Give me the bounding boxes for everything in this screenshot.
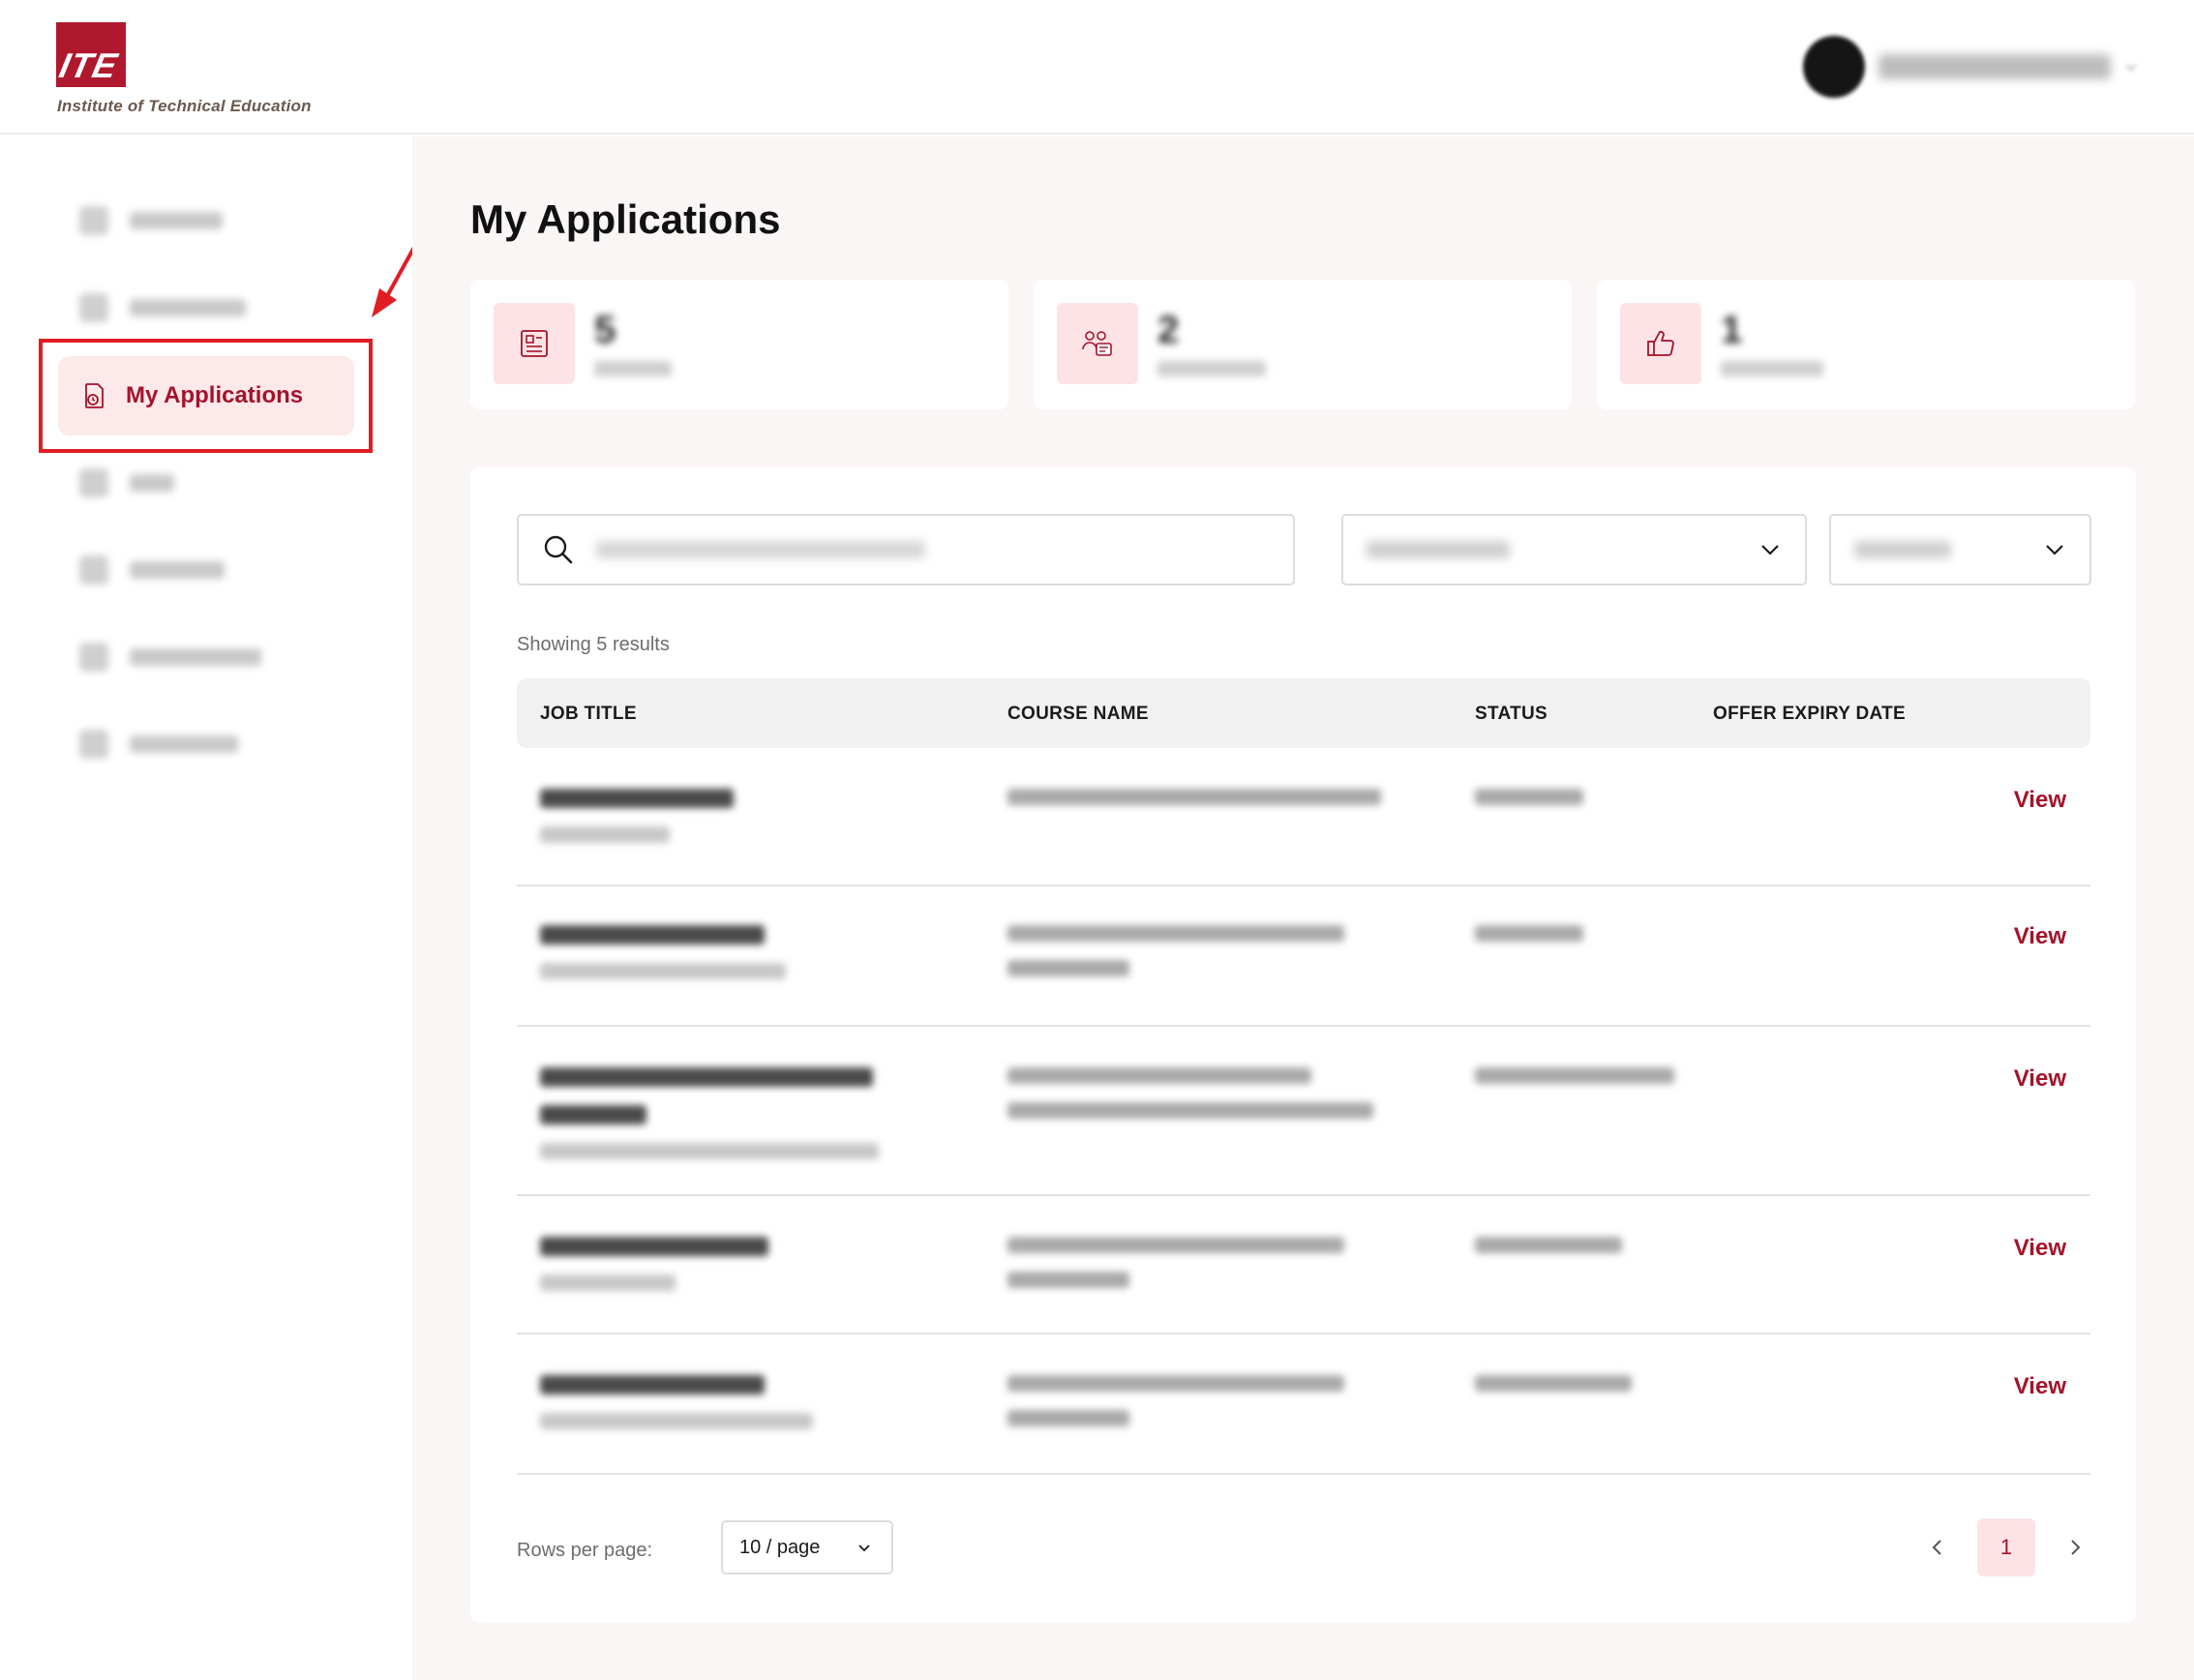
search-placeholder-redacted xyxy=(596,541,925,558)
pagination: 1 xyxy=(1923,1518,2089,1576)
page-button-current[interactable]: 1 xyxy=(1977,1518,2035,1576)
page-title: My Applications xyxy=(470,196,781,242)
job-title-cell-redacted xyxy=(540,1237,768,1309)
chevron-left-icon xyxy=(1932,1540,1941,1555)
ite-logo-mark: ITE xyxy=(56,22,126,87)
nav-label-redacted xyxy=(130,299,246,316)
chevron-right-icon xyxy=(2071,1540,2081,1555)
table-row[interactable]: View xyxy=(517,748,2090,886)
nav-label-redacted xyxy=(130,648,261,666)
chevron-down-icon xyxy=(858,1545,870,1552)
user-name-redacted xyxy=(1878,54,2111,79)
next-page-button[interactable] xyxy=(2060,1533,2089,1562)
page-size-value: 10 / page xyxy=(739,1536,821,1558)
nav-icon xyxy=(79,468,108,497)
sidebar-item-redacted-1[interactable] xyxy=(58,181,354,260)
logo-text: Institute of Technical Education xyxy=(57,97,312,115)
application-clock-icon xyxy=(85,383,104,408)
status-cell-redacted xyxy=(1475,925,1583,960)
search-icon xyxy=(544,535,573,564)
view-link[interactable]: View xyxy=(2014,1065,2066,1093)
course-name-cell-redacted xyxy=(1007,1067,1373,1137)
table-row[interactable]: View xyxy=(517,1335,2090,1475)
sidebar-item-redacted-5[interactable] xyxy=(58,617,354,697)
previous-page-button[interactable] xyxy=(1923,1533,1952,1562)
course-name-cell-redacted xyxy=(1007,789,1381,824)
stat-label-redacted xyxy=(594,361,672,376)
nav-icon xyxy=(79,643,108,672)
nav-label-redacted xyxy=(130,735,238,753)
status-cell-redacted xyxy=(1475,1375,1632,1410)
interview-chat-icon xyxy=(1057,303,1138,384)
course-name-cell-redacted xyxy=(1007,925,1344,995)
status-cell-redacted xyxy=(1475,789,1583,824)
user-menu[interactable] xyxy=(1803,35,2138,99)
application-form-icon xyxy=(494,303,575,384)
table-row[interactable]: View xyxy=(517,886,2090,1027)
nav-icon xyxy=(79,555,108,585)
nav-label-redacted xyxy=(130,561,225,579)
stat-card-interviews: 2 xyxy=(1034,280,1572,409)
logo-letters: ITE xyxy=(56,45,122,85)
status-cell-redacted xyxy=(1475,1237,1622,1272)
thumbs-up-icon xyxy=(1620,303,1701,384)
chevron-down-icon xyxy=(1761,545,1779,555)
column-header-course-name[interactable]: COURSE NAME xyxy=(1007,704,1149,725)
nav-label-redacted xyxy=(130,212,223,229)
results-count: Showing 5 results xyxy=(517,634,670,655)
top-bar: ITE Institute of Technical Education xyxy=(0,0,2194,135)
chevron-down-icon[interactable] xyxy=(2124,60,2138,74)
sidebar-item-my-applications[interactable]: My Applications xyxy=(58,356,354,435)
column-header-job-title[interactable]: JOB TITLE xyxy=(540,704,637,725)
job-title-cell-redacted xyxy=(540,789,734,861)
nav-icon xyxy=(79,730,108,759)
column-header-status[interactable]: STATUS xyxy=(1475,704,1548,725)
status-cell-redacted xyxy=(1475,1067,1674,1102)
select-value-redacted xyxy=(1367,541,1510,558)
job-title-cell-redacted xyxy=(540,925,786,998)
stat-value-redacted: 1 xyxy=(1721,309,1743,351)
stat-card-offers: 1 xyxy=(1597,280,2135,409)
stat-value-redacted: 2 xyxy=(1157,309,1180,351)
view-link[interactable]: View xyxy=(2014,1373,2066,1400)
course-name-cell-redacted xyxy=(1007,1375,1344,1445)
stat-value-redacted: 5 xyxy=(594,309,616,351)
table-row[interactable]: View xyxy=(517,1027,2090,1196)
view-link[interactable]: View xyxy=(2014,1235,2066,1262)
stat-label-redacted xyxy=(1157,361,1266,376)
rows-per-page-label: Rows per page: xyxy=(517,1540,653,1561)
course-name-select[interactable] xyxy=(1341,514,1807,585)
job-title-cell-redacted xyxy=(540,1067,879,1178)
main-content: My Applications 5 2 1 Showing 5 results … xyxy=(412,136,2194,1680)
course-name-cell-redacted xyxy=(1007,1237,1344,1306)
table-row[interactable]: View xyxy=(517,1196,2090,1335)
view-link[interactable]: View xyxy=(2014,787,2066,814)
sidebar-item-redacted-2[interactable] xyxy=(58,268,354,347)
nav-icon xyxy=(79,206,108,235)
column-header-offer-expiry-date[interactable]: OFFER EXPIRY DATE xyxy=(1713,704,1906,725)
sidebar-item-redacted-4[interactable] xyxy=(58,530,354,610)
page-size-select[interactable]: 10 / page xyxy=(721,1520,893,1575)
table-header: JOB TITLE COURSE NAME STATUS OFFER EXPIR… xyxy=(517,678,2090,748)
job-title-cell-redacted xyxy=(540,1375,813,1448)
nav-icon xyxy=(79,293,108,322)
applications-card: Showing 5 results JOB TITLE COURSE NAME … xyxy=(470,467,2136,1623)
sidebar-item-redacted-6[interactable] xyxy=(58,705,354,784)
select-value-redacted xyxy=(1854,541,1951,558)
ite-logo[interactable]: ITE Institute of Technical Education xyxy=(56,22,337,119)
avatar[interactable] xyxy=(1803,36,1865,98)
status-select[interactable] xyxy=(1829,514,2091,585)
nav-label-redacted xyxy=(130,474,174,492)
stat-label-redacted xyxy=(1721,361,1823,376)
search-input[interactable] xyxy=(517,514,1295,585)
sidebar-item-redacted-3[interactable] xyxy=(58,443,354,523)
sidebar-item-label: My Applications xyxy=(126,382,304,408)
chevron-down-icon xyxy=(2046,545,2063,555)
view-link[interactable]: View xyxy=(2014,923,2066,950)
sidebar: My Applications xyxy=(0,136,412,1680)
stat-card-applied: 5 xyxy=(470,280,1008,409)
